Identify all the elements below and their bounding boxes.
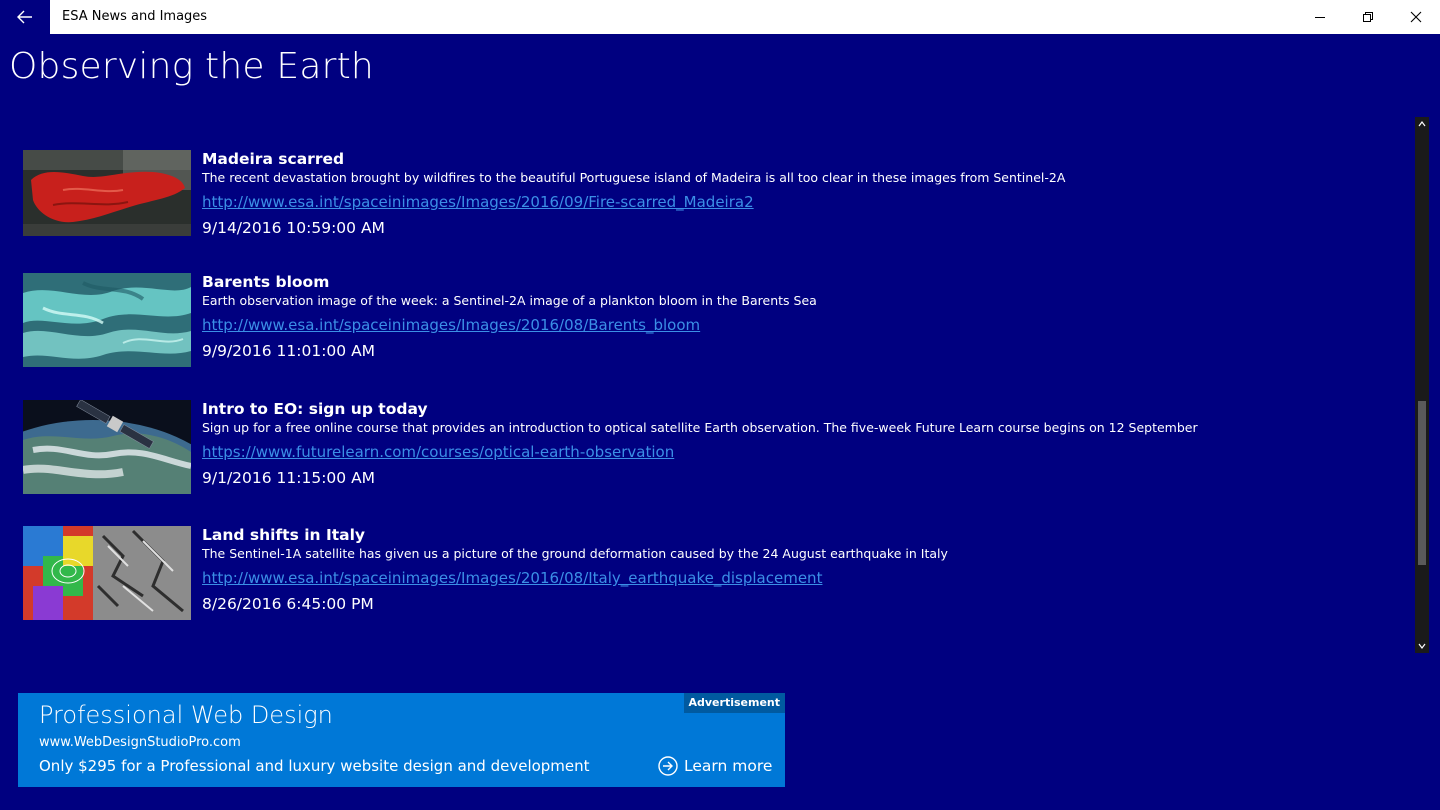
page-title: Observing the Earth — [9, 46, 374, 87]
item-title: Madeira scarred — [202, 150, 345, 168]
item-description: The recent devastation brought by wildfi… — [202, 170, 1066, 185]
restore-icon — [1363, 12, 1373, 22]
learn-more-button[interactable]: Learn more — [658, 755, 772, 777]
item-date: 8/26/2016 6:45:00 PM — [202, 595, 374, 613]
item-description: Sign up for a free online course that pr… — [202, 420, 1198, 435]
list-item[interactable]: Madeira scarred The recent devastation b… — [23, 150, 1403, 250]
ad-body: Only $295 for a Professional and luxury … — [39, 757, 590, 775]
thumbnail-barents[interactable] — [23, 273, 191, 367]
back-button[interactable] — [0, 0, 50, 34]
item-description: Earth observation image of the week: a S… — [202, 293, 817, 308]
item-text: Madeira scarred The recent devastation b… — [202, 150, 1065, 237]
thumbnail-eo-course[interactable] — [23, 400, 191, 494]
minimize-icon — [1315, 17, 1325, 18]
advertisement-banner[interactable]: Advertisement Professional Web Design ww… — [18, 693, 785, 787]
list-item[interactable]: Barents bloom Earth observation image of… — [23, 273, 1403, 373]
circle-arrow-right-icon — [658, 756, 678, 776]
list-item[interactable]: Land shifts in Italy The Sentinel-1A sat… — [23, 526, 1403, 626]
item-link[interactable]: http://www.esa.int/spaceinimages/Images/… — [202, 193, 1065, 211]
minimize-button[interactable] — [1297, 0, 1343, 34]
italy-deformation-image — [23, 526, 191, 620]
ad-url: www.WebDesignStudioPro.com — [39, 735, 241, 750]
item-text: Land shifts in Italy The Sentinel-1A sat… — [202, 526, 948, 613]
satellite-earth-image — [23, 400, 191, 494]
item-text: Intro to EO: sign up today Sign up for a… — [202, 400, 1198, 487]
item-title: Barents bloom — [202, 273, 330, 291]
chevron-up-icon — [1418, 121, 1426, 127]
app-title: ESA News and Images — [62, 9, 208, 24]
item-link[interactable]: http://www.esa.int/spaceinimages/Images/… — [202, 316, 817, 334]
scroll-thumb[interactable] — [1418, 401, 1426, 565]
barents-image — [23, 273, 191, 367]
thumbnail-italy[interactable] — [23, 526, 191, 620]
restore-button[interactable] — [1345, 0, 1391, 34]
item-title: Intro to EO: sign up today — [202, 400, 428, 418]
item-title: Land shifts in Italy — [202, 526, 366, 544]
close-button[interactable] — [1393, 0, 1439, 34]
item-date: 9/14/2016 10:59:00 AM — [202, 219, 385, 237]
arrow-left-icon — [17, 10, 32, 24]
item-description: The Sentinel-1A satellite has given us a… — [202, 546, 948, 561]
madeira-image — [23, 150, 191, 236]
scroll-up-button[interactable] — [1415, 117, 1429, 131]
scroll-down-button[interactable] — [1415, 639, 1429, 653]
chevron-down-icon — [1418, 643, 1426, 649]
ad-badge: Advertisement — [683, 693, 785, 713]
ad-title: Professional Web Design — [39, 701, 333, 729]
item-link[interactable]: http://www.esa.int/spaceinimages/Images/… — [202, 569, 948, 587]
item-date: 9/9/2016 11:01:00 AM — [202, 342, 376, 360]
item-text: Barents bloom Earth observation image of… — [202, 273, 817, 360]
vertical-scrollbar[interactable] — [1415, 117, 1429, 653]
item-link[interactable]: https://www.futurelearn.com/courses/opti… — [202, 443, 1198, 461]
learn-more-label: Learn more — [684, 757, 773, 775]
title-bar: ESA News and Images — [0, 0, 1440, 34]
list-item[interactable]: Intro to EO: sign up today Sign up for a… — [23, 400, 1403, 500]
thumbnail-madeira[interactable] — [23, 150, 191, 244]
item-date: 9/1/2016 11:15:00 AM — [202, 469, 376, 487]
close-icon — [1410, 11, 1422, 23]
